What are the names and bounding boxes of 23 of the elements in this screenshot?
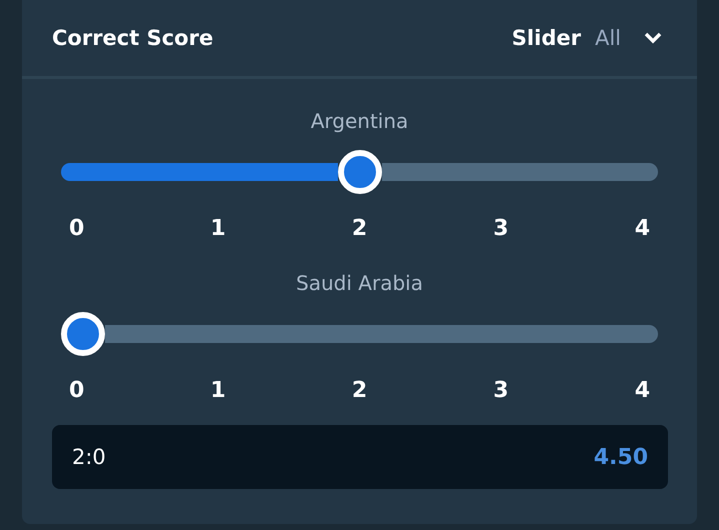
tick-label: 2: [352, 378, 368, 403]
filter-dropdown[interactable]: All: [594, 26, 621, 50]
score-slider[interactable]: [61, 150, 658, 194]
slider-thumb[interactable]: [338, 150, 382, 194]
tick-label: 1: [210, 216, 226, 241]
tick-label: 4: [634, 216, 650, 241]
tick-label: 0: [69, 378, 84, 403]
team-name: Saudi Arabia: [296, 271, 423, 295]
market-title: Correct Score: [52, 26, 214, 50]
team-name: Argentina: [310, 109, 408, 133]
slider-thumb[interactable]: [61, 312, 105, 356]
tick-label: 2: [352, 216, 368, 241]
chevron-down-icon[interactable]: [643, 31, 663, 45]
tick-label: 1: [210, 378, 226, 403]
tick-label: 3: [493, 378, 509, 403]
tick-label: 4: [634, 378, 650, 403]
tick-label: 0: [69, 216, 84, 241]
odds-value: 4.50: [594, 444, 648, 470]
view-mode-label[interactable]: Slider: [512, 26, 581, 50]
tick-label: 3: [493, 216, 509, 241]
score-text: 2:0: [72, 445, 106, 469]
result-bar[interactable]: 2:0 4.50: [52, 425, 668, 489]
score-slider[interactable]: [61, 312, 658, 356]
